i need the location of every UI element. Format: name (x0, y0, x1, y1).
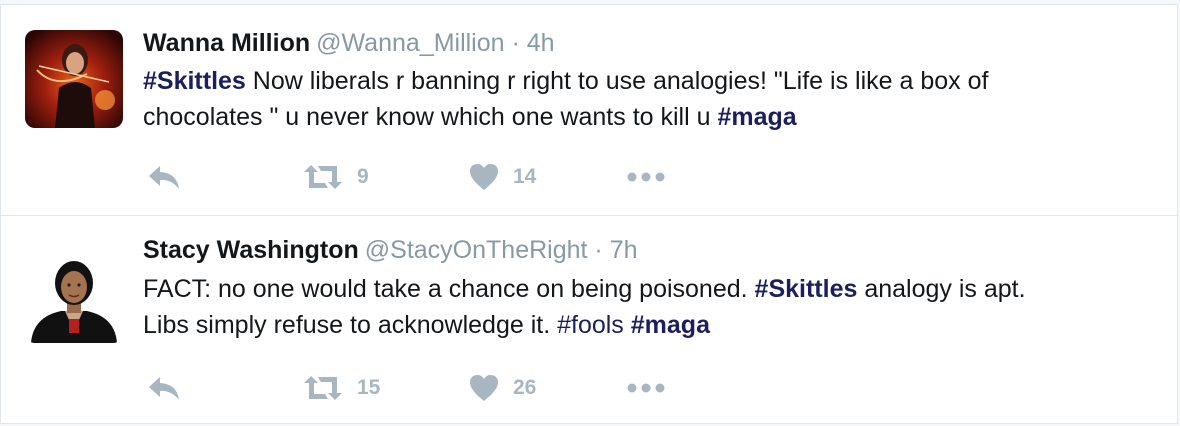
tweet[interactable]: Wanna Million @Wanna_Million · 4h #Skittl… (1, 5, 1177, 216)
tweet-header: Stacy Washington @StacyOnTheRight · 7h (143, 233, 638, 267)
heart-icon (470, 164, 498, 190)
more-button[interactable] (627, 371, 665, 405)
like-button[interactable]: 14 (469, 160, 536, 194)
timestamp[interactable]: 4h (527, 29, 555, 57)
hashtag-link[interactable]: #maga (631, 311, 710, 339)
like-button[interactable]: 26 (469, 371, 536, 405)
tweet-text-segment: analogy is apt. (857, 275, 1026, 303)
more-icon (627, 172, 665, 182)
retweet-button[interactable]: 15 (303, 371, 380, 405)
tweet[interactable]: Stacy Washington @StacyOnTheRight · 7h FA… (1, 216, 1177, 423)
reply-icon (149, 377, 179, 400)
display-name[interactable]: Wanna Million (143, 29, 310, 57)
tweet-text-segment: Libs simply refuse to acknowledge it. (143, 311, 558, 339)
reply-button[interactable] (147, 371, 181, 405)
retweet-count: 9 (357, 165, 369, 188)
more-icon (627, 383, 665, 393)
avatar[interactable] (25, 245, 123, 343)
tweet-text-segment: chocolates " u never know which one want… (143, 103, 718, 131)
retweet-icon (304, 376, 342, 400)
tweet-text-segment (624, 311, 631, 339)
tweet-text-segment: Now liberals r banning r right to use an… (245, 67, 989, 95)
hashtag-link[interactable]: #Skittles (755, 275, 858, 303)
display-name[interactable]: Stacy Washington (143, 236, 359, 264)
retweet-button[interactable]: 9 (303, 160, 369, 194)
avatar[interactable] (25, 30, 123, 128)
timestamp[interactable]: 7h (610, 236, 638, 264)
timeline: Wanna Million @Wanna_Million · 4h #Skittl… (0, 4, 1178, 424)
retweet-count: 15 (357, 376, 381, 399)
separator: · (594, 236, 603, 264)
retweet-icon (304, 165, 342, 189)
reply-icon (149, 166, 179, 189)
hashtag-link[interactable]: #fools (557, 311, 624, 339)
tweet-header: Wanna Million @Wanna_Million · 4h (143, 26, 555, 60)
separator: · (511, 29, 520, 57)
like-count: 26 (513, 376, 537, 399)
tweet-text-segment: FACT: no one would take a chance on bein… (143, 275, 755, 303)
tweet-actions: 9 14 (143, 160, 743, 194)
hashtag-link[interactable]: #maga (717, 103, 796, 131)
user-handle[interactable]: @Wanna_Million (316, 29, 504, 57)
hashtag-link[interactable]: #Skittles (143, 67, 246, 95)
like-count: 14 (513, 165, 537, 188)
heart-icon (470, 375, 498, 401)
tweet-actions: 15 26 (143, 371, 743, 405)
avatar-image (25, 30, 123, 128)
more-button[interactable] (627, 160, 665, 194)
tweet-text: FACT: no one would take a chance on bein… (143, 271, 1153, 343)
reply-button[interactable] (147, 160, 181, 194)
user-handle[interactable]: @StacyOnTheRight (365, 236, 588, 264)
tweet-text: #Skittles Now liberals r banning r right… (143, 63, 1153, 135)
avatar-image (25, 245, 123, 343)
